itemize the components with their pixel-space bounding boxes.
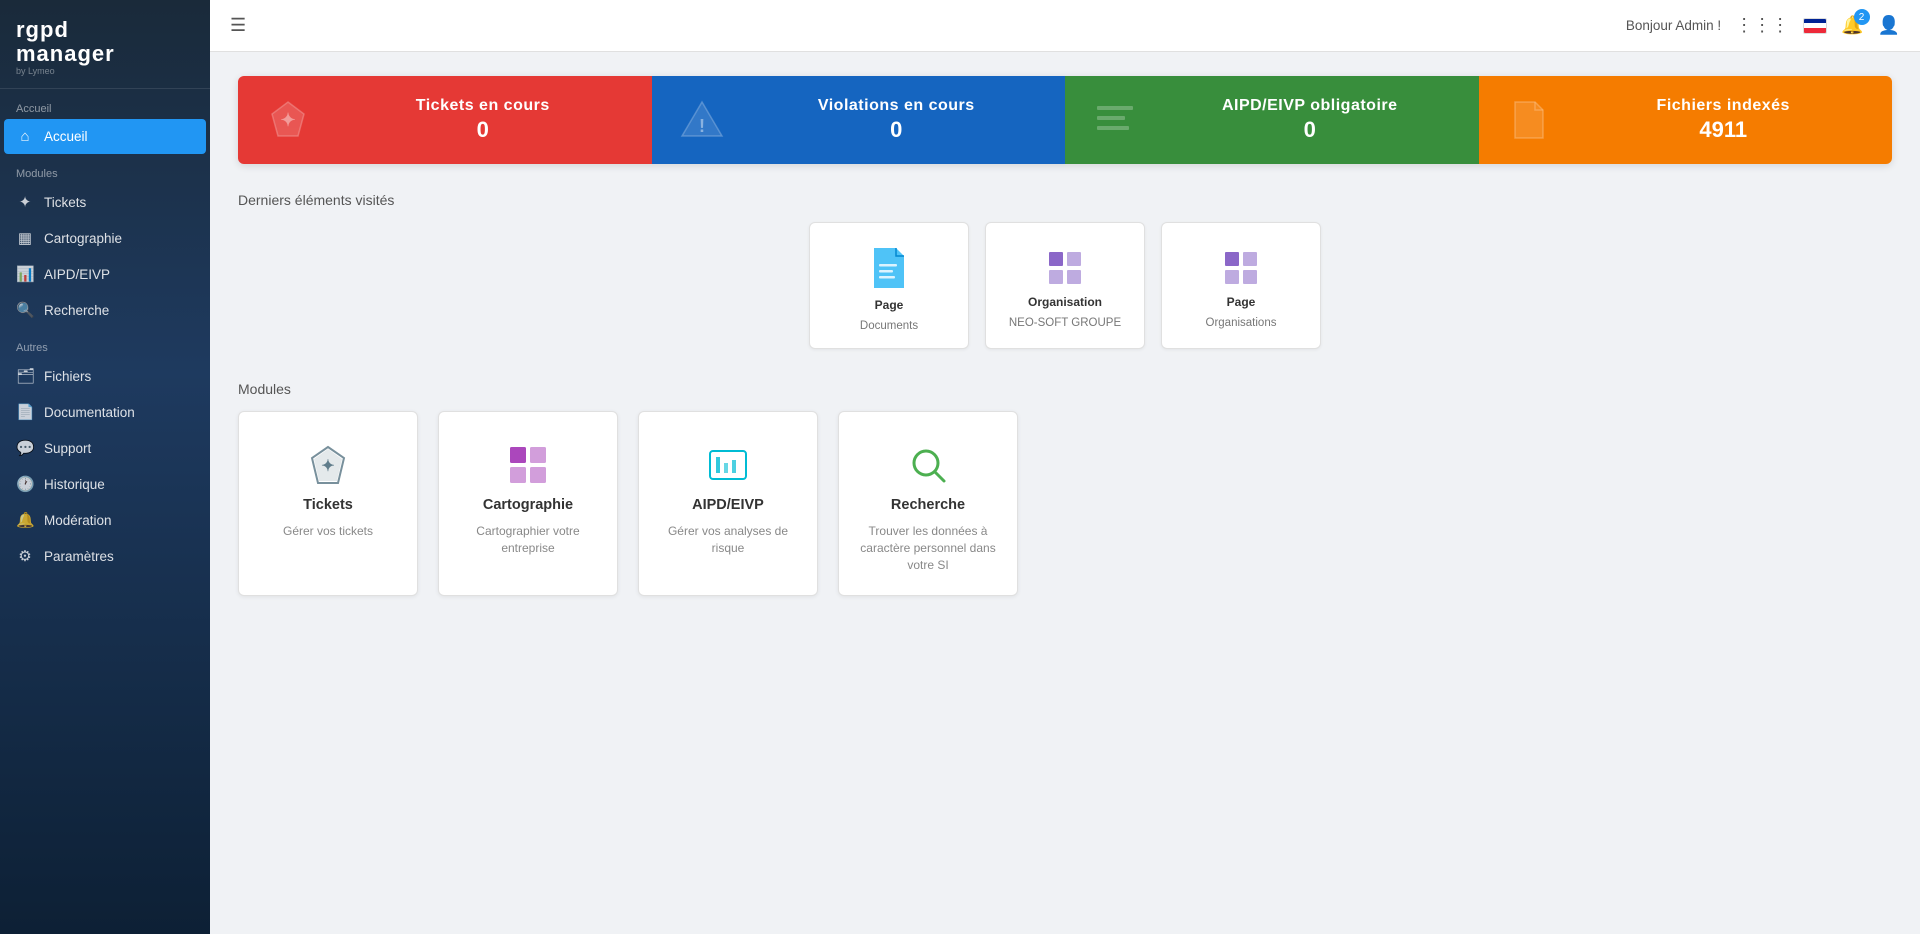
doc-page-icon	[870, 245, 908, 290]
stat-fichiers-title: Fichiers indexés	[1575, 97, 1873, 115]
sidebar-section-modules: Modules	[0, 154, 210, 184]
user-icon[interactable]: 👤	[1878, 15, 1900, 36]
last-visited-title: Derniers éléments visités	[238, 192, 1892, 208]
sidebar-item-recherche[interactable]: 🔍 Recherche	[0, 292, 210, 328]
stat-card-aipd[interactable]: AIPD/EIVP obligatoire 0	[1065, 76, 1479, 164]
apps-icon[interactable]: ⋮⋮⋮	[1735, 15, 1789, 36]
language-flag[interactable]	[1803, 18, 1827, 34]
stat-fichiers-value: 4911	[1575, 117, 1873, 143]
greeting-text: Bonjour Admin !	[1626, 18, 1721, 33]
sidebar-item-accueil[interactable]: ⌂ Accueil	[4, 119, 206, 154]
stat-aipd-title: AIPD/EIVP obligatoire	[1161, 97, 1459, 115]
module-tickets-icon: ✦	[306, 440, 350, 486]
home-icon: ⌂	[16, 128, 34, 145]
stat-fichiers-icon	[1499, 94, 1559, 146]
organisations-icon	[1222, 245, 1260, 287]
page-content: ✦ Tickets en cours 0 ! Violations en cou…	[210, 52, 1920, 934]
stat-tickets-icon: ✦	[258, 94, 318, 146]
topbar-left: ☰	[230, 15, 246, 36]
documentation-icon: 📄	[16, 403, 34, 421]
visit-card-type-1: Organisation	[1028, 295, 1102, 309]
visit-card-name-0: Documents	[860, 320, 918, 332]
visit-card-organisations[interactable]: Page Organisations	[1161, 222, 1321, 349]
stat-violations-value: 0	[748, 117, 1046, 143]
modules-section-title: Modules	[238, 381, 1892, 397]
stat-fichiers-body: Fichiers indexés 4911	[1575, 97, 1873, 143]
module-card-cartographie[interactable]: Cartographie Cartographier votre entrepr…	[438, 411, 618, 596]
module-aipd-title: AIPD/EIVP	[692, 497, 764, 513]
logo-byline: by Lymeo	[16, 66, 194, 76]
module-cartographie-desc: Cartographier votre entreprise	[455, 523, 601, 557]
stat-tickets-value: 0	[334, 117, 632, 143]
stat-violations-title: Violations en cours	[748, 97, 1046, 115]
parametres-icon: ⚙	[16, 547, 34, 565]
stat-card-fichiers[interactable]: Fichiers indexés 4911	[1479, 76, 1893, 164]
tickets-icon: ✦	[16, 193, 34, 211]
moderation-icon: 🔔	[16, 511, 34, 529]
module-tickets-desc: Gérer vos tickets	[283, 523, 373, 540]
module-card-recherche[interactable]: Recherche Trouver les données à caractèr…	[838, 411, 1018, 596]
sidebar-item-fichiers[interactable]: 🗂 Fichiers	[0, 358, 210, 394]
topbar: ☰ Bonjour Admin ! ⋮⋮⋮ 🔔 2 👤	[210, 0, 1920, 52]
menu-icon[interactable]: ☰	[230, 15, 246, 36]
stat-tickets-body: Tickets en cours 0	[334, 97, 632, 143]
module-card-tickets[interactable]: ✦ Tickets Gérer vos tickets	[238, 411, 418, 596]
historique-icon: 🕐	[16, 475, 34, 493]
sidebar-item-moderation[interactable]: 🔔 Modération	[0, 502, 210, 538]
module-aipd-icon	[706, 440, 750, 486]
svg-text:✦: ✦	[321, 458, 334, 475]
module-cartographie-icon	[506, 440, 550, 486]
logo-text: rgpd manager	[16, 18, 194, 66]
main-content: ☰ Bonjour Admin ! ⋮⋮⋮ 🔔 2 👤	[210, 0, 1920, 934]
sidebar-item-support[interactable]: 💬 Support	[0, 430, 210, 466]
visit-card-name-2: Organisations	[1206, 317, 1277, 329]
module-cards-row: ✦ Tickets Gérer vos tickets Cartographie	[238, 411, 1892, 596]
stat-card-tickets[interactable]: ✦ Tickets en cours 0	[238, 76, 652, 164]
module-aipd-desc: Gérer vos analyses de risque	[655, 523, 801, 557]
stat-violations-icon: !	[672, 94, 732, 146]
sidebar: rgpd manager by Lymeo Accueil ⌂ Accueil …	[0, 0, 210, 934]
sidebar-item-historique[interactable]: 🕐 Historique	[0, 466, 210, 502]
sidebar-item-tickets[interactable]: ✦ Tickets	[0, 184, 210, 220]
visit-card-type-2: Page	[1227, 295, 1256, 309]
aipd-icon: 📊	[16, 265, 34, 283]
last-visited-cards: Page Documents Organisation NEO-SOFT GRO…	[238, 222, 1892, 349]
sidebar-item-aipd[interactable]: 📊 AIPD/EIVP	[0, 256, 210, 292]
notification-bell[interactable]: 🔔 2	[1841, 15, 1863, 36]
visit-card-name-1: NEO-SOFT GROUPE	[1009, 317, 1121, 329]
stat-aipd-value: 0	[1161, 117, 1459, 143]
support-icon: 💬	[16, 439, 34, 457]
module-cartographie-title: Cartographie	[483, 497, 573, 513]
notification-badge: 2	[1854, 9, 1870, 25]
topbar-right: Bonjour Admin ! ⋮⋮⋮ 🔔 2 👤	[1626, 15, 1900, 36]
module-recherche-title: Recherche	[891, 497, 965, 513]
stat-cards-row: ✦ Tickets en cours 0 ! Violations en cou…	[238, 76, 1892, 164]
flag-red	[1804, 28, 1826, 33]
visit-card-organisation[interactable]: Organisation NEO-SOFT GROUPE	[985, 222, 1145, 349]
module-recherche-desc: Trouver les données à caractère personne…	[855, 523, 1001, 573]
stat-violations-body: Violations en cours 0	[748, 97, 1046, 143]
org-icon	[1046, 245, 1084, 287]
svg-text:!: !	[699, 116, 705, 136]
module-recherche-icon	[906, 440, 950, 486]
stat-aipd-body: AIPD/EIVP obligatoire 0	[1161, 97, 1459, 143]
stat-aipd-icon	[1085, 94, 1145, 146]
visit-card-type-0: Page	[875, 298, 904, 312]
sidebar-section-autres: Autres	[0, 328, 210, 358]
stat-tickets-title: Tickets en cours	[334, 97, 632, 115]
sidebar-item-cartographie[interactable]: ▦ Cartographie	[0, 220, 210, 256]
stat-card-violations[interactable]: ! Violations en cours 0	[652, 76, 1066, 164]
logo: rgpd manager by Lymeo	[0, 0, 210, 89]
module-tickets-title: Tickets	[303, 497, 353, 513]
fichiers-icon: 🗂	[16, 367, 34, 385]
sidebar-item-parametres[interactable]: ⚙ Paramètres	[0, 538, 210, 574]
sidebar-item-documentation[interactable]: 📄 Documentation	[0, 394, 210, 430]
sidebar-section-accueil: Accueil	[0, 89, 210, 119]
recherche-icon: 🔍	[16, 301, 34, 319]
module-card-aipd[interactable]: AIPD/EIVP Gérer vos analyses de risque	[638, 411, 818, 596]
visit-card-documents[interactable]: Page Documents	[809, 222, 969, 349]
svg-text:✦: ✦	[280, 110, 295, 130]
cartographie-icon: ▦	[16, 229, 34, 247]
